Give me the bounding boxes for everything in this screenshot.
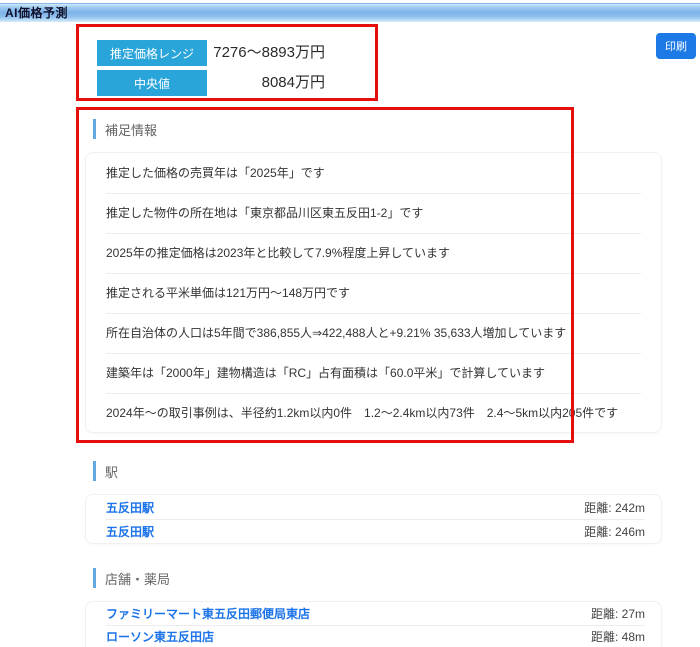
page-title: AI価格予測 — [5, 4, 68, 21]
shops-section-title: 店舗・薬局 — [93, 568, 170, 588]
page: AI価格予測 印刷 推定価格レンジ 7276～8893万円 中央値 8084万円… — [0, 0, 700, 647]
distance-value: 27m — [622, 607, 645, 621]
shops-card: ファミリーマート東五反田郵便局東店 距離: 27m ローソン東五反田店 距離: … — [85, 601, 662, 647]
station-row: 五反田駅 距離: 242m — [86, 495, 661, 519]
price-range-label-chip: 推定価格レンジ — [97, 40, 207, 66]
distance-value: 246m — [615, 525, 645, 539]
supplementary-item: 建築年は「2000年」建物構造は「RC」占有面積は「60.0平米」で計算していま… — [86, 353, 661, 393]
distance-value: 48m — [622, 630, 645, 644]
shop-row: ファミリーマート東五反田郵便局東店 距離: 27m — [86, 602, 661, 625]
distance-value: 242m — [615, 501, 645, 515]
shop-distance: 距離: 48m — [591, 628, 645, 645]
distance-label: 距離: — [584, 525, 611, 539]
distance-label: 距離: — [591, 630, 618, 644]
supplementary-section-title: 補足情報 — [93, 119, 157, 139]
supplementary-item: 2024年～の取引事例は、半径約1.2km以内0件 1.2～2.4km以内73件… — [86, 393, 661, 433]
distance-label: 距離: — [591, 607, 618, 621]
print-button[interactable]: 印刷 — [656, 33, 696, 59]
section-title-label: 補足情報 — [105, 120, 157, 139]
station-link[interactable]: 五反田駅 — [106, 499, 154, 516]
shop-row: ローソン東五反田店 距離: 48m — [86, 625, 661, 647]
section-accent-bar — [93, 461, 96, 481]
section-title-label: 駅 — [105, 462, 118, 481]
supplementary-item: 推定される平米単価は121万円～148万円です — [86, 273, 661, 313]
shop-link[interactable]: ファミリーマート東五反田郵便局東店 — [106, 605, 310, 622]
station-distance: 距離: 242m — [584, 499, 645, 516]
section-accent-bar — [93, 119, 96, 139]
station-link[interactable]: 五反田駅 — [106, 523, 154, 540]
distance-label: 距離: — [584, 501, 611, 515]
station-row: 五反田駅 距離: 246m — [86, 519, 661, 543]
supplementary-item: 推定した価格の売買年は「2025年」です — [86, 153, 661, 193]
shop-link[interactable]: ローソン東五反田店 — [106, 628, 214, 645]
section-title-label: 店舗・薬局 — [105, 569, 170, 588]
median-value: 8084万円 — [200, 70, 325, 96]
stations-card: 五反田駅 距離: 242m 五反田駅 距離: 246m — [85, 494, 662, 544]
supplementary-card: 推定した価格の売買年は「2025年」です 推定した物件の所在地は「東京都品川区東… — [85, 152, 662, 433]
price-range-value: 7276～8893万円 — [200, 40, 325, 66]
median-label-chip: 中央値 — [97, 70, 207, 96]
supplementary-item: 2025年の推定価格は2023年と比較して7.9%程度上昇しています — [86, 233, 661, 273]
header-bar — [0, 3, 700, 22]
section-accent-bar — [93, 568, 96, 588]
stations-section-title: 駅 — [93, 461, 118, 481]
supplementary-item: 推定した物件の所在地は「東京都品川区東五反田1-2」です — [86, 193, 661, 233]
station-distance: 距離: 246m — [584, 523, 645, 540]
supplementary-item: 所在自治体の人口は5年間で386,855人⇒422,488人と+9.21% 35… — [86, 313, 661, 353]
shop-distance: 距離: 27m — [591, 605, 645, 622]
